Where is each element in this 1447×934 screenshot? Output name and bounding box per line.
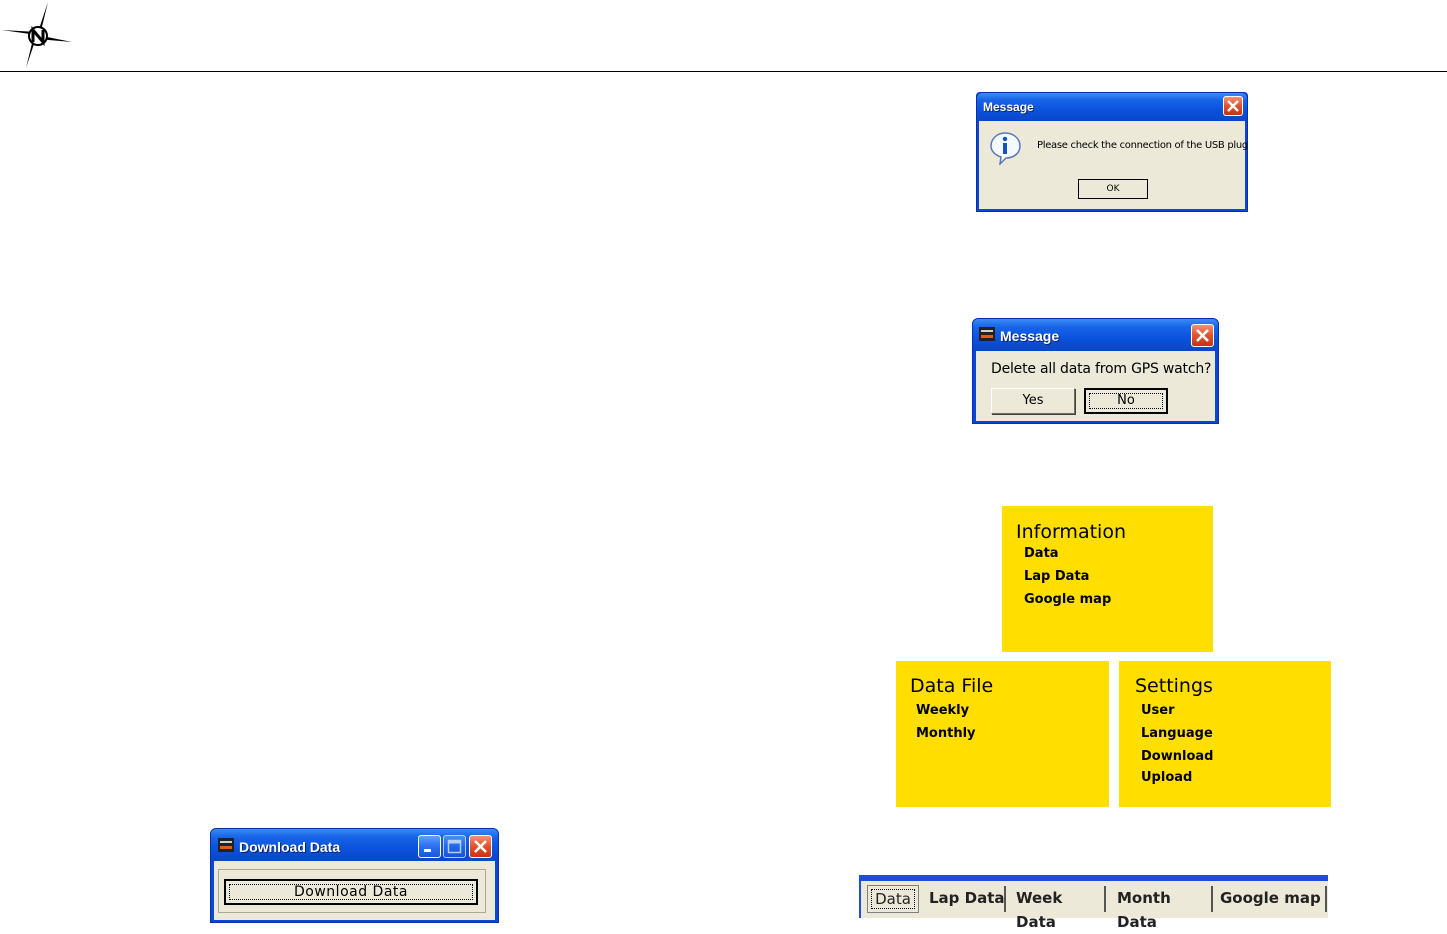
- delete-dialog-client: Delete all data from GPS watch? Yes No: [976, 351, 1215, 421]
- delete-dialog-title: Message: [1000, 328, 1060, 344]
- tab-month-data-label: Month Data: [1117, 889, 1171, 931]
- minimize-icon[interactable]: [418, 835, 441, 858]
- tab-week-data[interactable]: Week Data: [1008, 886, 1106, 931]
- usb-dialog-client: Please check the connection of the USB p…: [979, 121, 1248, 209]
- ok-button[interactable]: OK: [1078, 179, 1148, 199]
- compass-logo: [2, 2, 72, 68]
- download-window-title: Download Data: [239, 839, 341, 855]
- tab-week-data-label: Week Data: [1016, 889, 1063, 931]
- tab-lap-data-label: Lap Data: [929, 889, 1005, 907]
- menu-item-google-map[interactable]: Google map: [1024, 592, 1111, 607]
- app-icon: [218, 838, 234, 852]
- delete-dialog-titlebar[interactable]: Message: [973, 319, 1218, 351]
- tab-separator: [1325, 886, 1327, 912]
- header-rule: [0, 71, 1447, 72]
- usb-dialog-message: Please check the connection of the USB p…: [1037, 140, 1248, 151]
- menu-item-lap-data[interactable]: Lap Data: [1024, 569, 1089, 584]
- menu-item-data[interactable]: Data: [1024, 546, 1059, 561]
- tab-bar: Data Lap Data Week Data Month Data Googl…: [859, 875, 1328, 931]
- close-icon[interactable]: [469, 835, 492, 858]
- no-button[interactable]: No: [1084, 388, 1168, 414]
- tab-month-data[interactable]: Month Data: [1108, 886, 1213, 931]
- tab-bar-body: Data Lap Data Week Data Month Data Googl…: [859, 881, 1328, 931]
- download-data-window: Download Data Download Data: [210, 828, 499, 923]
- tab-google-map[interactable]: Google map: [1215, 886, 1327, 912]
- download-window-client: Download Data: [214, 861, 495, 920]
- tab-lap-data[interactable]: Lap Data: [923, 886, 1006, 912]
- menu-data-file-heading: Data File: [910, 675, 994, 697]
- menu-information[interactable]: Information Data Lap Data Google map: [1002, 506, 1213, 652]
- tab-separator: [1104, 886, 1106, 912]
- menu-item-language[interactable]: Language: [1141, 726, 1213, 741]
- menu-settings[interactable]: Settings User Language Download Upload: [1119, 661, 1331, 807]
- delete-confirm-dialog: Message Delete all data from GPS watch? …: [972, 318, 1219, 424]
- menu-item-upload[interactable]: Upload: [1141, 770, 1192, 785]
- download-window-titlebar[interactable]: Download Data: [211, 829, 498, 861]
- yes-button[interactable]: Yes: [991, 388, 1075, 414]
- download-data-button[interactable]: Download Data: [224, 879, 478, 905]
- usb-message-dialog: Message Please check the connection of t…: [976, 92, 1248, 212]
- menu-item-weekly[interactable]: Weekly: [916, 703, 969, 718]
- menu-settings-heading: Settings: [1135, 675, 1213, 697]
- usb-dialog-titlebar[interactable]: Message: [977, 93, 1247, 121]
- close-icon[interactable]: [1191, 324, 1214, 347]
- focus-ring: [1089, 393, 1163, 409]
- menu-item-monthly[interactable]: Monthly: [916, 726, 976, 741]
- usb-dialog-title: Message: [983, 100, 1034, 114]
- app-icon: [979, 327, 995, 341]
- tab-data[interactable]: Data: [867, 885, 919, 913]
- focus-ring: [229, 884, 473, 900]
- ok-button-label: OK: [1106, 184, 1120, 194]
- delete-dialog-message: Delete all data from GPS watch?: [991, 361, 1212, 377]
- tab-google-map-label: Google map: [1220, 889, 1321, 907]
- menu-information-heading: Information: [1016, 521, 1126, 543]
- maximize-icon[interactable]: [443, 835, 466, 858]
- tab-separator: [1211, 886, 1213, 912]
- menu-item-download[interactable]: Download: [1141, 749, 1213, 764]
- info-icon: [990, 132, 1021, 165]
- close-icon[interactable]: [1223, 96, 1243, 116]
- yes-button-label: Yes: [1022, 393, 1044, 408]
- focus-ring: [871, 889, 915, 909]
- tab-separator: [1004, 886, 1006, 912]
- menu-data-file[interactable]: Data File Weekly Monthly: [896, 661, 1109, 807]
- menu-item-user[interactable]: User: [1141, 703, 1175, 718]
